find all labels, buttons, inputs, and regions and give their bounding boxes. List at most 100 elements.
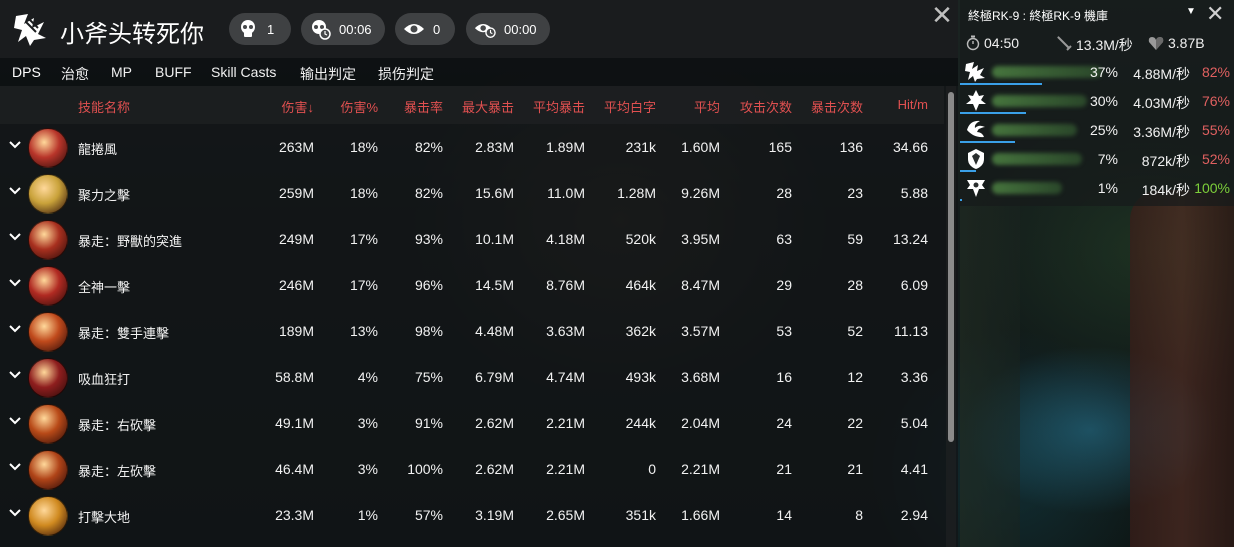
tab-buff[interactable]: BUFF [155,64,192,80]
cell-crit-rate: 75% [414,369,443,385]
tab-damage-judgement[interactable]: 损伤判定 [378,64,434,84]
cell-avg-white: 1.28M [617,185,656,201]
cell-crit-count: 21 [847,461,863,477]
eye-clock-icon [474,18,496,40]
col-hits-per-min[interactable]: Hit/m [868,97,928,112]
class-icon [964,147,988,171]
sword-icon [1056,35,1072,54]
chevron-down-icon[interactable] [8,230,22,244]
table-row[interactable]: 打擊大地 23.3M 1% 57% 3.19M 2.65M 351k 1.66M 14 8 2.94 [0,492,944,538]
chevron-down-icon[interactable] [8,322,22,336]
cell-crit-count: 52 [847,323,863,339]
cell-damage-pct: 17% [349,277,378,293]
chevron-down-icon[interactable] [8,414,22,428]
cell-avg: 3.57M [681,323,720,339]
skill-name: 打擊大地 [78,510,131,525]
party-member-row[interactable]: 25% 3.36M/秒 55% [960,116,1234,144]
table-row[interactable]: 暴走：左砍擊 46.4M 3% 100% 2.62M 2.21M 0 2.21M 21 21 4.4… [0,446,944,492]
cell-damage: 249M [278,231,314,247]
col-damage[interactable]: 伤害↓ [252,97,314,116]
cell-damage: 58.8M [275,369,314,385]
damage-share-bar [960,199,962,201]
table-row[interactable]: 吸血狂打 58.8M 4% 75% 6.79M 4.74M 493k 3.68M 16 12 3.3… [0,354,944,400]
skill-name: 暴走：野獸的突進 [78,234,183,249]
tab-dps[interactable]: DPS [12,64,41,80]
blurred-player-name [992,124,1077,136]
crit-rate: 76% [1201,93,1230,109]
cell-avg-white: 0 [648,461,656,477]
party-member-row[interactable]: 7% 872k/秒 52% [960,145,1234,173]
col-skill-name[interactable]: 技能名称 [78,97,130,116]
tab-mp[interactable]: MP [111,64,132,80]
stopwatch-icon [966,35,980,54]
window-title: 小斧头转死你 [60,21,204,48]
cell-hits-per-min: 13.24 [892,231,928,247]
skill-icon [28,220,68,260]
blurred-player-name [992,153,1082,165]
col-crit-rate[interactable]: 暴击率 [381,97,443,116]
chevron-down-icon[interactable] [8,184,22,198]
dropdown-arrow-icon[interactable]: ▼ [1186,6,1196,17]
cell-max-crit: 4.48M [475,323,514,339]
party-member-row[interactable]: 30% 4.03M/秒 76% [960,87,1234,115]
chevron-down-icon[interactable] [8,368,22,382]
table-row[interactable]: 全神一擊 246M 17% 96% 14.5M 8.76M 464k 8.47M 29 28 6.0… [0,262,944,308]
chevron-down-icon[interactable] [8,276,22,290]
player-dps: 3.36M/秒 [1133,124,1190,140]
cell-avg-crit: 8.76M [546,277,585,293]
chevron-down-icon[interactable] [8,506,22,520]
tab-skill-casts[interactable]: Skill Casts [211,64,276,80]
table-row[interactable]: 聚力之擊 259M 18% 82% 15.6M 11.0M 1.28M 9.26M 28 23 5.… [0,170,944,216]
col-hit-count[interactable]: 攻击次数 [718,97,792,116]
chevron-down-icon[interactable] [8,460,22,474]
cell-damage-pct: 3% [357,461,378,477]
col-avg[interactable]: 平均 [660,97,720,116]
cell-hit-count: 14 [776,507,792,523]
party-member-row[interactable]: 37% 4.88M/秒 82% [960,58,1234,86]
crit-rate: 100% [1194,180,1230,196]
col-crit-count[interactable]: 暴击次数 [789,97,863,116]
crit-rate: 55% [1201,122,1230,138]
tab-output-judgement[interactable]: 输出判定 [300,64,356,84]
col-avg-crit[interactable]: 平均暴击 [511,97,585,116]
cell-damage-pct: 17% [349,231,378,247]
table-row[interactable]: 暴走：右砍擊 49.1M 3% 91% 2.62M 2.21M 244k 2.04M 24 22 5… [0,400,944,446]
chevron-down-icon[interactable] [8,138,22,152]
scrollbar[interactable] [946,86,956,547]
table-row[interactable]: 暴走：野獸的突進 249M 17% 93% 10.1M 4.18M 520k 3.95M 63 5… [0,216,944,262]
background-tree [960,190,1020,547]
tab-heal[interactable]: 治愈 [61,64,89,84]
damage-share-bar [960,170,976,172]
cell-crit-rate: 93% [414,231,443,247]
cell-avg-white: 464k [625,277,656,293]
encounter-stats: 04:50 13.3M/秒 3.87B [960,34,1234,54]
cell-avg-white: 493k [625,369,656,385]
cell-hit-count: 63 [776,231,792,247]
eye-time-pill: 00:00 [466,13,550,45]
table-row[interactable]: 暴走：雙手連擊 189M 13% 98% 4.48M 3.63M 362k 3.57M 53 52… [0,308,944,354]
cell-max-crit: 10.1M [475,231,514,247]
cell-avg-crit: 2.21M [546,461,585,477]
col-damage-pct[interactable]: 伤害% [316,97,378,116]
close-icon[interactable]: ✕ [1206,1,1224,27]
table-row[interactable]: 龍捲風 263M 18% 82% 2.83M 1.89M 231k 1.60M 165 136 34… [0,124,944,170]
cell-damage: 23.3M [275,507,314,523]
cell-avg: 1.66M [681,507,720,523]
death-count: 1 [267,21,275,37]
cell-max-crit: 6.79M [475,369,514,385]
party-member-row[interactable]: 1% 184k/秒 100% [960,174,1234,202]
col-avg-white[interactable]: 平均白字 [582,97,656,116]
damage-share: 1% [1097,180,1118,196]
cell-avg-crit: 4.74M [546,369,585,385]
eye-time: 00:00 [504,21,537,37]
cell-damage: 49.1M [275,415,314,431]
title-bar[interactable]: 小斧头转死你 1 00:06 0 00:00 ✕ [0,0,958,58]
cell-avg: 2.04M [681,415,720,431]
close-icon[interactable]: ✕ [930,2,954,28]
skill-icon [28,496,68,536]
scrollbar-thumb[interactable] [948,92,954,442]
cell-crit-count: 23 [847,185,863,201]
cell-avg-white: 351k [625,507,656,523]
col-max-crit[interactable]: 最大暴击 [440,97,514,116]
skill-icon [28,128,68,168]
